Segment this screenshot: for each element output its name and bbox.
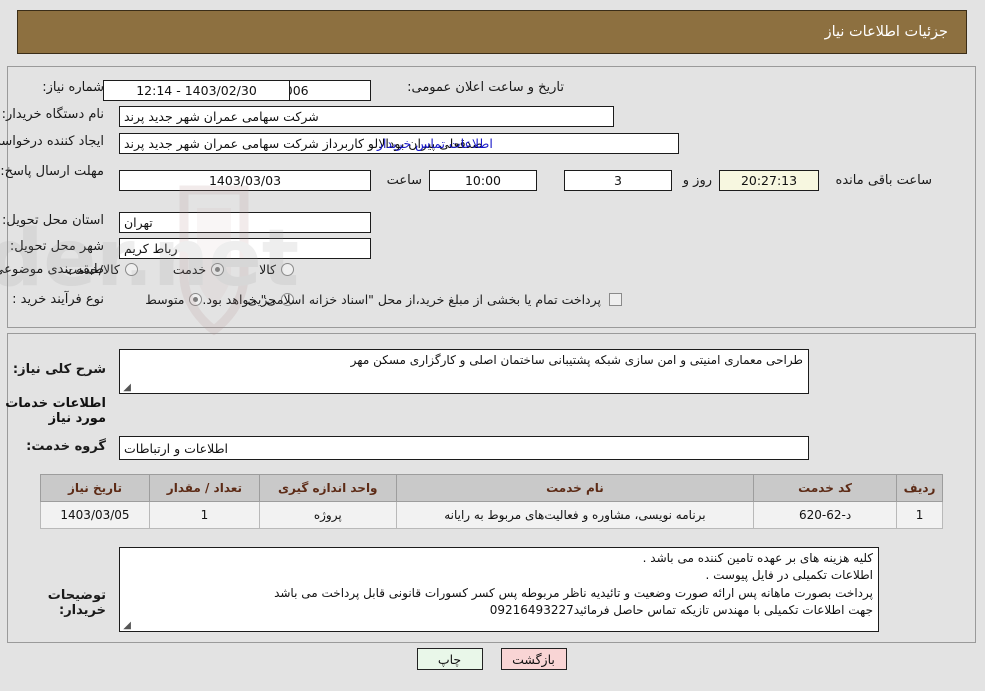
buyer-org-row: نام دستگاه خریدار:: [3, 107, 105, 122]
table-row: 1 د-62-620 برنامه نویسی، مشاوره و فعالیت…: [41, 501, 944, 529]
hour-value: 10:00: [430, 170, 538, 191]
city-row: شهر محل تحویل:: [11, 239, 105, 254]
countdown-label: ساعت باقی مانده: [836, 173, 933, 188]
category-option-kala-khedmat-label: کالا/خدمت: [66, 262, 121, 277]
process-label: نوع فرآیند خرید :: [13, 292, 105, 307]
services-table: ردیف کد خدمت نام خدمت واحد اندازه گیری ت…: [41, 474, 944, 529]
cell-code: د-62-620: [754, 501, 899, 529]
treasury-checkbox-icon[interactable]: [610, 293, 623, 306]
cell-date: 1403/03/05: [41, 501, 151, 529]
radio-kala-icon[interactable]: [282, 263, 295, 276]
table-header-row: ردیف کد خدمت نام خدمت واحد اندازه گیری ت…: [41, 474, 944, 502]
days-label: روز و: [683, 173, 713, 188]
general-desc-value: طراحی معماری امنیتی و امن سازی شبکه پشتی…: [351, 353, 804, 367]
category-radio-group: کالا خدمت کالا/خدمت: [61, 262, 295, 277]
deadline-row: مهلت ارسال پاسخ: تا تاریخ:: [0, 164, 105, 180]
buyer-org-label: نام دستگاه خریدار:: [2, 107, 105, 122]
page-root: جزئیات اطلاعات نیاز AriaTender.net شماره…: [0, 0, 985, 691]
province-row: استان محل تحویل:: [3, 213, 105, 228]
category-option-khedmat-label: خدمت: [173, 262, 208, 277]
process-option-motavaset[interactable]: متوسط: [141, 292, 204, 307]
th-row: ردیف: [897, 474, 944, 502]
treasury-checkbox-label: پرداخت تمام یا بخشی از مبلغ خرید،از محل …: [203, 292, 602, 307]
th-qty: تعداد / مقدار: [149, 474, 261, 502]
deadline-label: مهلت ارسال پاسخ: تا تاریخ:: [0, 164, 105, 179]
buyer-contact-link[interactable]: اطلاعات تماس خریدار: [378, 136, 494, 151]
service-group-value[interactable]: اطلاعات و ارتباطات: [120, 436, 810, 460]
services-section-title: اطلاعات خدمات مورد نیاز: [6, 396, 107, 426]
buyer-org-value: شرکت سهامی عمران شهر جدید پرند: [120, 106, 615, 127]
creator-label: ایجاد کننده درخواست:: [0, 134, 105, 149]
category-option-khedmat[interactable]: خدمت: [169, 262, 226, 277]
category-option-kala[interactable]: کالا: [255, 262, 295, 277]
th-code: کد خدمت: [754, 474, 899, 502]
th-date: تاریخ نیاز: [41, 474, 151, 502]
city-label: شهر محل تحویل:: [10, 239, 105, 254]
buyer-notes-label: توضیحات خریدار:: [48, 588, 107, 618]
need-number-label: شماره نیاز:: [43, 80, 105, 95]
buyer-notes-line-3: پرداخت بصورت ماهانه پس ارائه صورت وضعیت …: [275, 585, 874, 600]
service-group-label: گروه خدمت:: [27, 439, 107, 454]
city-value: رباط کریم: [120, 238, 372, 259]
buyer-notes-line-2: اطلاعات تکمیلی در فایل پیوست .: [706, 568, 874, 583]
need-number-row: شماره نیاز:: [43, 80, 105, 95]
general-desc-label: شرح کلی نیاز:: [13, 362, 107, 377]
province-label: استان محل تحویل:: [3, 213, 105, 228]
general-desc-textarea[interactable]: طراحی معماری امنیتی و امن سازی شبکه پشتی…: [120, 349, 810, 394]
radio-khedmat-icon[interactable]: [212, 263, 226, 276]
page-title: جزئیات اطلاعات نیاز: [825, 24, 949, 40]
cell-row: 1: [897, 501, 944, 529]
cell-qty: 1: [149, 501, 261, 529]
buyer-notes-textarea[interactable]: کلیه هزینه های بر عهده تامین کننده می با…: [120, 547, 880, 632]
hour-label: ساعت: [387, 173, 423, 188]
province-value: تهران: [120, 212, 372, 233]
print-button[interactable]: چاپ: [417, 648, 484, 670]
process-row: نوع فرآیند خرید :: [13, 292, 105, 307]
countdown-value: 20:27:13: [720, 170, 820, 191]
back-button[interactable]: بازگشت: [501, 648, 568, 670]
resize-grip-icon[interactable]: ◢: [123, 383, 132, 393]
th-name: نام خدمت: [396, 474, 756, 502]
notes-resize-grip-icon[interactable]: ◢: [123, 621, 132, 631]
announce-label-wrap: تاریخ و ساعت اعلان عمومی:: [408, 80, 565, 95]
category-option-kala-label: کالا: [260, 262, 277, 277]
buyer-notes-line-1: کلیه هزینه های بر عهده تامین کننده می با…: [643, 551, 874, 565]
page-header: جزئیات اطلاعات نیاز: [18, 10, 968, 54]
cell-name: برنامه نویسی، مشاوره و فعالیت‌های مربوط …: [396, 501, 756, 529]
creator-row: ایجاد کننده درخواست:: [0, 134, 105, 149]
button-bar: بازگشت چاپ: [0, 648, 985, 670]
radio-kala-khedmat-icon[interactable]: [125, 263, 139, 276]
announce-date-value: 1403/02/30 - 12:14: [104, 80, 291, 101]
days-value: 3: [565, 170, 673, 191]
announce-date-label: تاریخ و ساعت اعلان عمومی:: [408, 80, 565, 95]
buyer-notes-line-4: جهت اطلاعات تکمیلی با مهندس تازیکه تماس …: [490, 603, 874, 618]
deadline-date-value: 1403/03/03: [120, 170, 372, 191]
category-option-kala-khedmat[interactable]: کالا/خدمت: [61, 262, 139, 277]
cell-unit: پروژه: [259, 501, 398, 529]
th-unit: واحد اندازه گیری: [259, 474, 398, 502]
treasury-checkbox-row[interactable]: پرداخت تمام یا بخشی از مبلغ خرید،از محل …: [198, 292, 623, 307]
process-option-motavaset-label: متوسط: [146, 292, 186, 307]
